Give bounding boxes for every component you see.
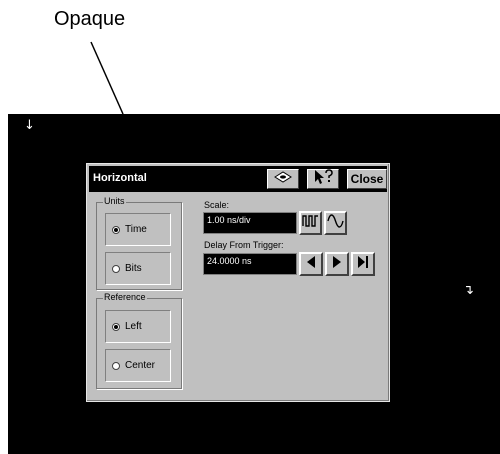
reference-option-center-label: Center <box>125 360 156 371</box>
scale-label: Scale: <box>204 200 230 210</box>
reference-option-center[interactable]: Center <box>105 349 171 382</box>
delay-label: Delay From Trigger: <box>204 240 284 250</box>
units-option-bits[interactable]: Bits <box>105 252 171 285</box>
sine-wave-button[interactable] <box>324 211 347 235</box>
radio-center[interactable] <box>112 361 120 370</box>
disk-icon <box>273 170 293 189</box>
reference-legend: Reference <box>103 292 147 302</box>
pointer-help-icon <box>312 168 334 190</box>
units-option-time-label: Time <box>125 224 147 235</box>
right-marker: ↴ <box>463 283 474 298</box>
arrow-right-end-icon <box>357 255 369 273</box>
reference-option-left[interactable]: Left <box>105 310 171 343</box>
dialog-titlebar: Horizontal Close <box>89 166 387 192</box>
units-group: Units Time Bits <box>96 196 182 290</box>
arrow-right-icon <box>332 255 342 273</box>
dialog-title: Horizontal <box>93 172 147 184</box>
disk-button[interactable] <box>267 169 299 189</box>
units-option-bits-label: Bits <box>125 263 142 274</box>
units-legend: Units <box>103 196 126 206</box>
sine-wave-icon <box>327 213 344 233</box>
radio-time[interactable] <box>112 225 120 234</box>
delay-left-button[interactable] <box>299 252 323 276</box>
arrow-left-icon <box>306 255 316 273</box>
scale-field[interactable]: 1.00 ns/div <box>203 212 297 234</box>
square-wave-icon <box>302 214 319 233</box>
delay-right-button[interactable] <box>325 252 349 276</box>
left-marker: ↓ <box>24 118 35 133</box>
help-button[interactable] <box>307 168 339 190</box>
radio-bits[interactable] <box>112 264 120 273</box>
reference-group: Reference Left Center <box>96 292 182 389</box>
square-wave-button[interactable] <box>299 211 322 235</box>
reference-option-left-label: Left <box>125 321 142 332</box>
close-button[interactable]: Close <box>347 169 387 189</box>
radio-left[interactable] <box>112 322 120 331</box>
horizontal-dialog: Horizontal Close Units Time Bits Referen… <box>86 163 390 402</box>
delay-field[interactable]: 24.0000 ns <box>203 253 297 275</box>
units-option-time[interactable]: Time <box>105 213 171 246</box>
delay-end-button[interactable] <box>351 252 375 276</box>
